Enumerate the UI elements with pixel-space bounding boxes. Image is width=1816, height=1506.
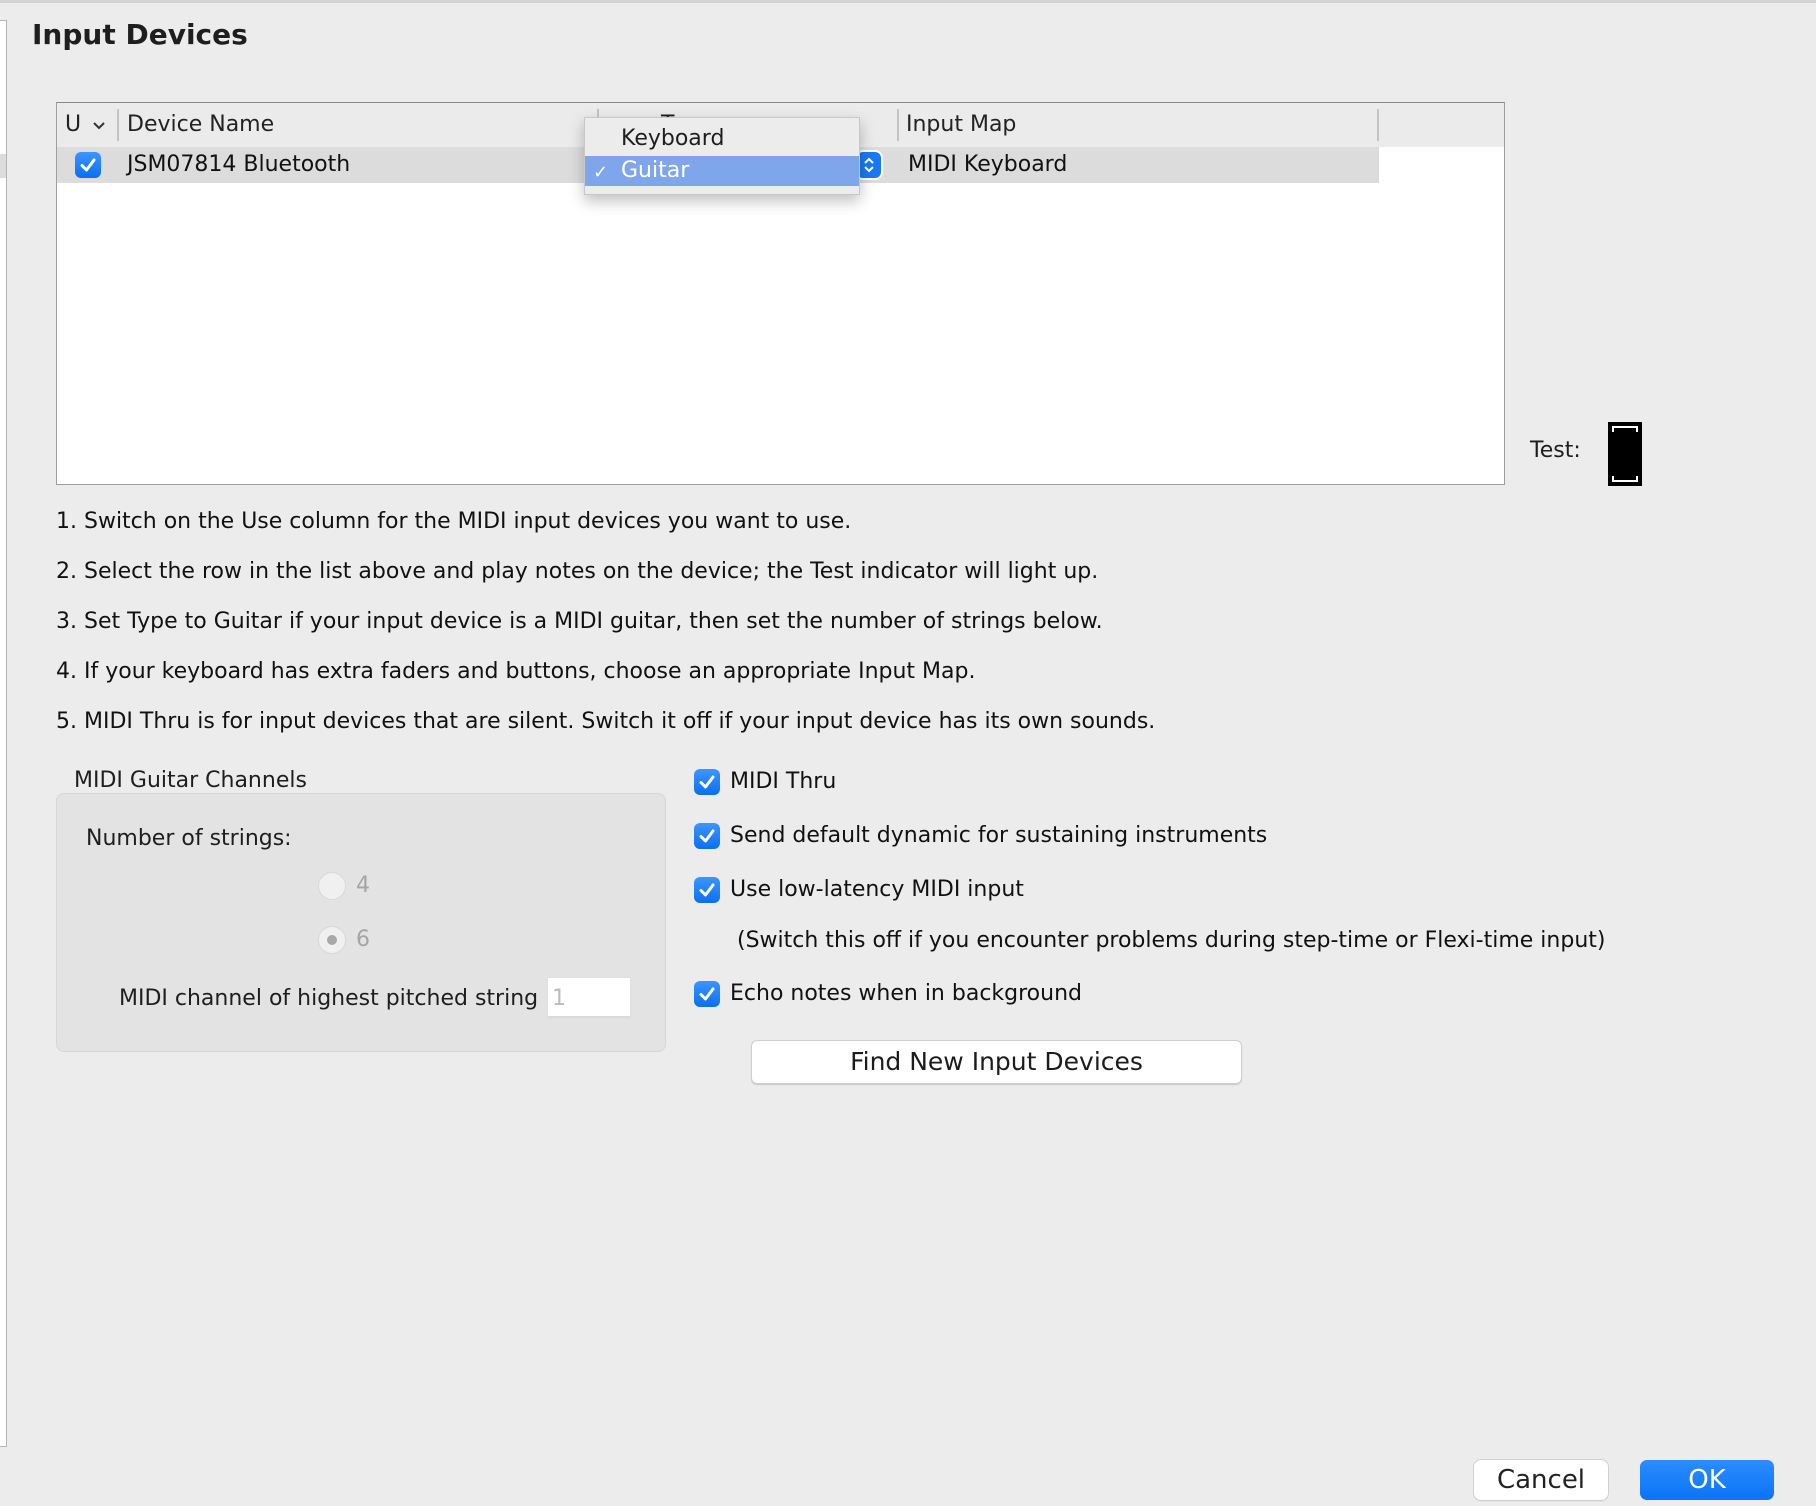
instruction-2: 2. Select the row in the list above and … (56, 559, 1099, 584)
popup-item-guitar[interactable]: ✓ Guitar (585, 156, 859, 186)
type-popup-stepper[interactable] (857, 152, 881, 178)
strings-radio-6[interactable] (318, 926, 346, 954)
default-dynamic-label[interactable]: Send default dynamic for sustaining inst… (730, 823, 1267, 848)
checkmark-icon (699, 829, 715, 843)
low-latency-note: (Switch this off if you encounter proble… (737, 928, 1606, 953)
popup-item-label: Guitar (621, 158, 690, 183)
midi-thru-checkbox[interactable] (694, 769, 720, 795)
midi-thru-label[interactable]: MIDI Thru (730, 769, 836, 794)
column-separator[interactable] (117, 109, 119, 141)
low-latency-checkbox[interactable] (694, 877, 720, 903)
chevron-down-icon[interactable] (92, 103, 106, 147)
use-checkbox[interactable] (75, 152, 101, 178)
test-label: Test: (1530, 438, 1581, 463)
device-name-cell: JSM07814 Bluetooth (127, 152, 351, 177)
instruction-3: 3. Set Type to Guitar if your input devi… (56, 609, 1103, 634)
guitar-channels-group-label: MIDI Guitar Channels (74, 768, 307, 793)
instruction-1: 1. Switch on the Use column for the MIDI… (56, 509, 852, 534)
column-header-input-map[interactable]: Input Map (906, 103, 1016, 147)
column-header-device-name[interactable]: Device Name (127, 103, 274, 147)
checkmark-icon (699, 775, 715, 789)
column-header-use[interactable]: U (65, 103, 106, 147)
type-popup-menu[interactable]: Keyboard ✓ Guitar (584, 117, 860, 195)
default-dynamic-checkbox[interactable] (694, 823, 720, 849)
top-divider (0, 0, 1816, 3)
echo-notes-checkbox[interactable] (694, 981, 720, 1007)
strings-radio-6-label: 6 (356, 927, 370, 952)
cancel-button[interactable]: Cancel (1474, 1460, 1608, 1500)
checkmark-icon (699, 883, 715, 897)
find-new-input-devices-button[interactable]: Find New Input Devices (751, 1040, 1242, 1084)
column-use-label: U (65, 112, 82, 137)
strings-label: Number of strings: (86, 826, 292, 851)
strings-radio-4[interactable] (318, 872, 346, 900)
category-list-selection[interactable] (0, 154, 6, 178)
instruction-5: 5. MIDI Thru is for input devices that a… (56, 709, 1156, 734)
checkmark-icon: ✓ (593, 162, 609, 183)
popup-item-keyboard[interactable]: Keyboard (585, 124, 859, 154)
ok-button[interactable]: OK (1640, 1460, 1774, 1500)
test-indicator (1608, 422, 1642, 486)
column-separator[interactable] (897, 109, 899, 141)
echo-notes-label[interactable]: Echo notes when in background (730, 981, 1082, 1006)
up-down-chevron-icon (864, 157, 874, 173)
column-separator[interactable] (1377, 109, 1379, 141)
popup-item-label: Keyboard (621, 126, 725, 151)
low-latency-label[interactable]: Use low-latency MIDI input (730, 877, 1024, 902)
channel-label: MIDI channel of highest pitched string (119, 986, 539, 1011)
checkmark-icon (699, 987, 715, 1001)
input-map-cell[interactable]: MIDI Keyboard (908, 147, 1067, 183)
strings-radio-4-label: 4 (356, 873, 370, 898)
channel-input[interactable]: 1 (547, 977, 631, 1019)
category-list-pane[interactable] (0, 20, 7, 1447)
checkmark-icon (80, 158, 96, 172)
page-title: Input Devices (32, 18, 248, 51)
instruction-4: 4. If your keyboard has extra faders and… (56, 659, 976, 684)
